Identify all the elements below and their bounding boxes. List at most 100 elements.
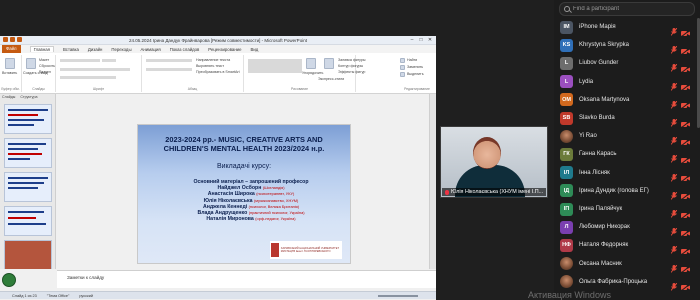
video-off-icon [680,169,691,183]
window-controls: – □ ✕ [408,37,434,43]
find-label[interactable]: Найти [407,58,417,62]
close-icon[interactable]: ✕ [426,37,434,43]
participant-search[interactable] [559,2,695,16]
font-group-label: Шрифт [92,87,105,91]
tab-file[interactable]: Файл [2,45,21,53]
arrange-label: Упорядочить [302,71,324,75]
instructor-line: Наталія Миронова (орф-педагог, Україна) [206,216,296,223]
undo-icon[interactable] [10,37,15,42]
tab-design[interactable]: Дизайн [88,47,102,52]
participant-row[interactable]: НФ Наталя Федорняк [554,236,700,256]
participant-row[interactable]: Л Любомир Никорак [554,218,700,238]
zoom-slider[interactable] [378,294,418,297]
participant-row[interactable]: ІП Ірина Паляйчук [554,200,700,219]
participant-row[interactable]: OM Oksana Martynova [554,91,700,110]
participant-row[interactable]: ІД Ірина Дундик (голова ЕГ) [554,182,700,201]
font-format-buttons[interactable] [60,68,130,71]
tab-animation[interactable]: Анимация [141,47,161,52]
replace-icon[interactable] [400,65,405,70]
tab-transitions[interactable]: Переходы [111,47,131,52]
muted-mic-icon [445,189,449,195]
fill-label[interactable]: Заливка фигуры [338,58,365,62]
participant-row[interactable]: KS Khrystyna Skrypka [554,36,700,56]
muted-mic-icon [670,187,678,200]
select-icon[interactable] [400,72,405,77]
participant-row[interactable]: IM iPhone Марія [554,18,700,37]
quick-styles-label: Экспресс-стили [318,77,345,81]
participant-row[interactable]: Оксана Масник [554,255,700,274]
save-icon[interactable] [3,37,8,42]
participant-row[interactable]: Yi Rao [554,127,700,147]
participant-row[interactable]: ГК Ганна Карась [554,145,700,165]
participant-row[interactable]: Ольга Фабрика-Процька [554,273,700,292]
paste-icon[interactable] [5,58,15,69]
avatar: Л [560,220,573,234]
zoom-meeting-window: 24.05.2024 Ірина Дандук Фрайнварова [Реж… [0,0,700,300]
layout-label[interactable]: Макет [39,58,49,62]
participant-name: Oksana Martynova [579,96,630,103]
avatar: SB [560,111,573,125]
avatar: ІД [560,184,573,198]
new-slide-icon[interactable] [26,58,36,69]
security-shield-icon[interactable] [2,273,16,287]
select-label[interactable]: Выделить [407,72,424,76]
slide-thumbnail[interactable] [4,240,52,269]
slide-thumbnail[interactable] [4,172,52,202]
tab-review[interactable]: Рецензирование [208,47,241,52]
align-buttons[interactable] [146,68,192,71]
arrange-icon[interactable] [306,58,316,69]
tab-slides[interactable]: Слайды [2,95,15,99]
ribbon-group-slides: Создать слайд Макет Сбросить Раздел Слай… [22,55,56,92]
slide-thumbnail[interactable] [4,206,52,236]
reset-label[interactable]: Сбросить [39,64,55,68]
tab-slideshow[interactable]: Показ слайдов [170,47,200,52]
ppt-ribbon-tabs: Файл Главная Вставка Дизайн Переходы Ани… [0,45,436,53]
slide-thumbnail[interactable] [4,104,52,134]
speaker-video-tile[interactable]: Юлія Ніколаєвська (ХНУМ імені І.П... [440,126,548,198]
clipboard-group-label: Буфер обм. [1,87,20,91]
effects-label[interactable]: Эффекты фигур [338,70,365,74]
vertical-scrollbar[interactable] [429,94,436,269]
participant-row[interactable]: SB Slavko Burda [554,109,700,128]
tab-view[interactable]: Вид [250,47,258,52]
participant-row[interactable]: L Liubov Gunder [554,54,700,74]
redo-icon[interactable] [17,37,22,42]
participant-name: Lydia [579,78,594,85]
quick-styles-icon[interactable] [324,58,334,69]
video-off-icon [680,96,691,110]
notes-pane[interactable]: Заметки к слайду [57,270,436,288]
convert-smartart-label[interactable]: Преобразовать в SmartArt [196,70,240,74]
tab-home[interactable]: Главная [29,46,54,52]
ppt-workspace: Слайды Структура 2023-2024 рр.- MUSIC, C… [0,94,436,300]
participant-name: Ірина Паляйчук [579,206,623,212]
tab-insert[interactable]: Вставка [63,47,79,52]
shared-screen-powerpoint: 24.05.2024 Ірина Дандук Фрайнварова [Реж… [0,36,436,300]
instructor-list: Основний матеріал – запрошений професор … [158,179,344,222]
avatar [560,257,573,271]
outline-label[interactable]: Контур фигуры [338,64,363,68]
section-label[interactable]: Раздел [39,70,51,74]
find-icon[interactable] [400,58,405,63]
muted-mic-icon [670,205,678,218]
slide-thumbnail[interactable] [4,138,52,168]
muted-mic-icon [670,96,678,109]
align-text-label[interactable]: Выровнять текст [196,64,224,68]
current-slide[interactable]: 2023-2024 рр.- MUSIC, CREATIVE ARTS AND … [137,124,351,264]
participant-search-input[interactable] [573,6,683,12]
font-name-box[interactable] [60,59,100,62]
muted-mic-icon [670,132,678,145]
ppt-ribbon: Вставить Буфер обм. Создать слайд Макет … [0,53,436,94]
font-size-box[interactable] [102,59,116,62]
maximize-icon[interactable]: □ [417,37,425,43]
participant-row[interactable]: L Lydia [554,73,700,92]
shapes-gallery[interactable] [248,59,302,73]
list-buttons[interactable] [146,59,192,62]
replace-label[interactable]: Заменить [407,65,423,69]
tab-outline[interactable]: Структура [20,95,37,99]
participant-row[interactable]: ІЛ Інна Лісняк [554,164,700,183]
logo-mark-icon [271,243,279,257]
minimize-icon[interactable]: – [408,37,416,43]
text-direction-label[interactable]: Направление текста [196,58,230,62]
font-color-buttons[interactable] [60,76,116,79]
paragraph-group-label: Абзац [187,87,198,91]
